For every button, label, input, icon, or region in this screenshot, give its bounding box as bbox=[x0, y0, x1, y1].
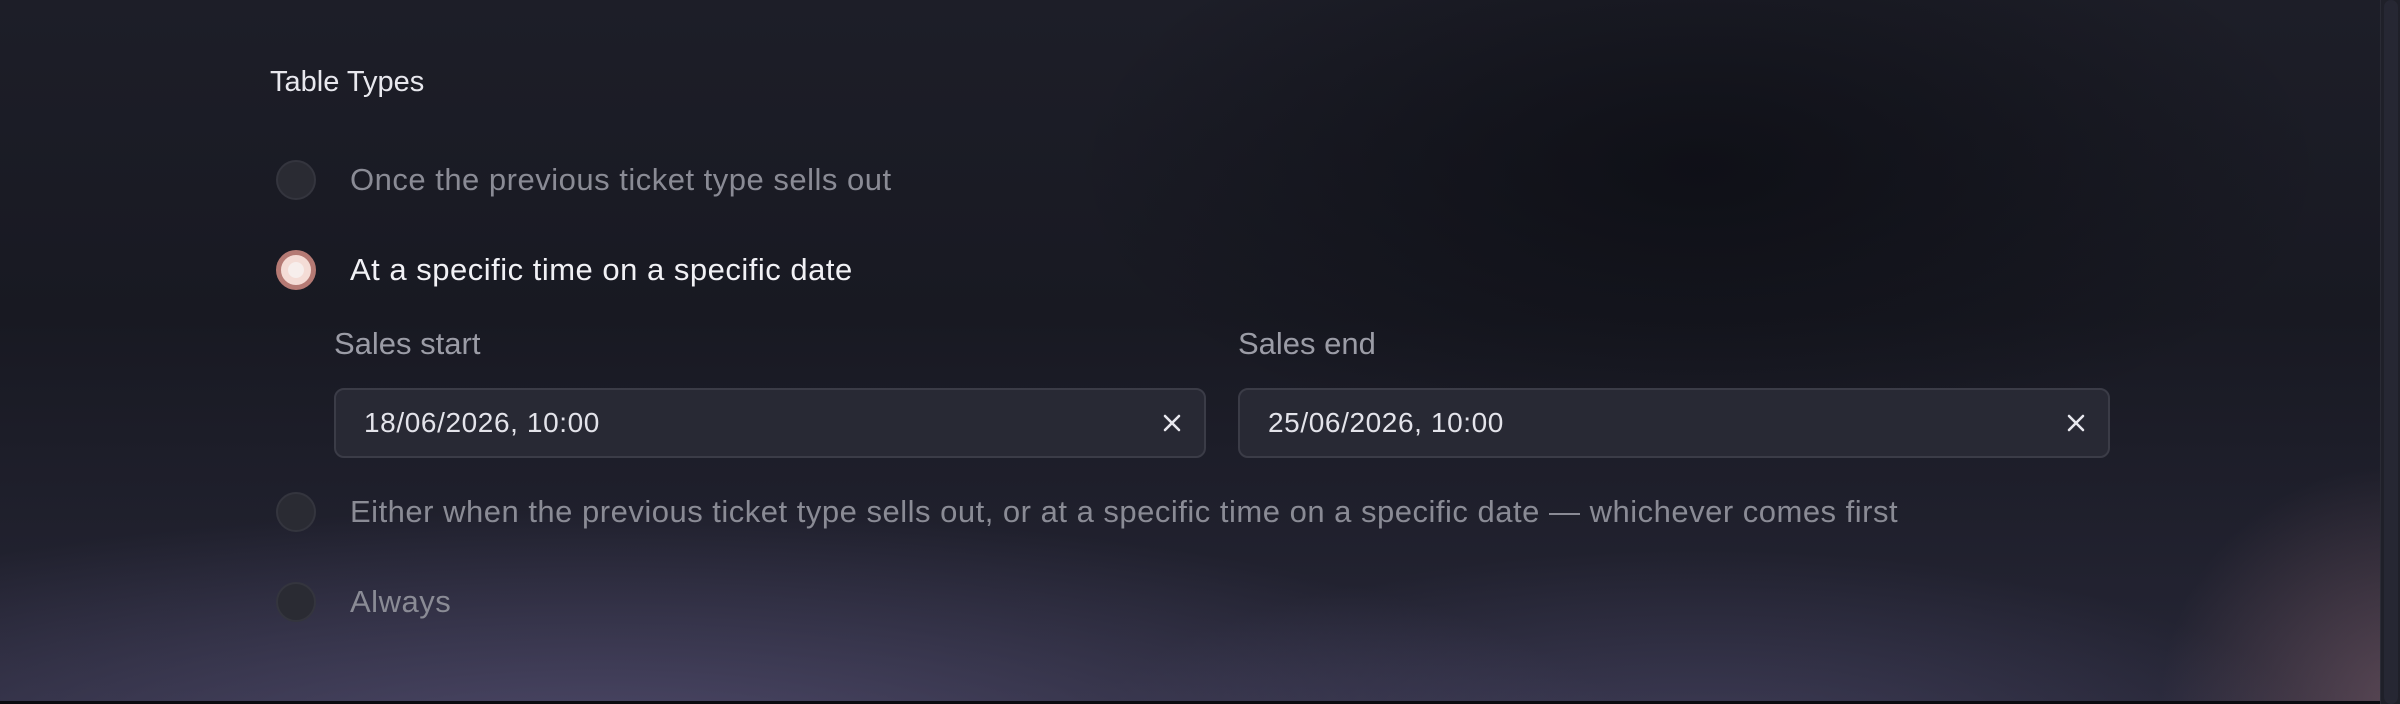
option-label: Once the previous ticket type sells out bbox=[350, 162, 892, 197]
sales-end-label: Sales end bbox=[1238, 326, 1376, 361]
close-icon[interactable] bbox=[2056, 403, 2096, 443]
option-label: Always bbox=[350, 584, 452, 619]
option-label: Either when the previous ticket type sel… bbox=[350, 494, 1899, 529]
radio-whichever-first[interactable] bbox=[276, 492, 316, 532]
close-icon[interactable] bbox=[1152, 403, 1192, 443]
sales-start-input[interactable]: 18/06/2026, 10:00 bbox=[334, 388, 1206, 458]
radio-always[interactable] bbox=[276, 582, 316, 622]
corner-glow bbox=[2140, 444, 2400, 704]
scrollbar[interactable] bbox=[2380, 0, 2400, 704]
sales-end-input[interactable]: 25/06/2026, 10:00 bbox=[1238, 388, 2110, 458]
page-background: Table Types Once the previous ticket typ… bbox=[0, 0, 2400, 704]
option-whichever-first[interactable]: Either when the previous ticket type sel… bbox=[276, 490, 1898, 534]
sales-end-value: 25/06/2026, 10:00 bbox=[1268, 407, 1504, 438]
radio-specific-time[interactable] bbox=[276, 250, 316, 290]
option-specific-time[interactable]: At a specific time on a specific date bbox=[276, 248, 853, 292]
option-always[interactable]: Always bbox=[276, 580, 451, 624]
scrollbar-thumb[interactable] bbox=[2384, 0, 2398, 704]
option-label: At a specific time on a specific date bbox=[350, 252, 853, 287]
sales-start-value: 18/06/2026, 10:00 bbox=[364, 407, 600, 438]
section-title: Table Types bbox=[270, 66, 425, 98]
radio-previous-sells-out[interactable] bbox=[276, 160, 316, 200]
option-previous-sells-out[interactable]: Once the previous ticket type sells out bbox=[276, 158, 892, 202]
sales-start-label: Sales start bbox=[334, 326, 481, 361]
